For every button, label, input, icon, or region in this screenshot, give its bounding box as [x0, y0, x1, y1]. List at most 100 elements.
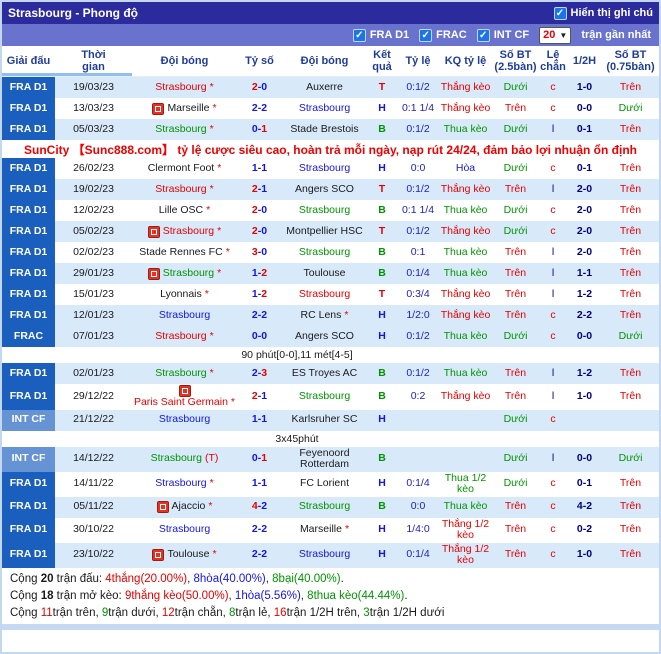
parity-cell: c	[550, 80, 556, 93]
team-name-home[interactable]: Strasbourg	[155, 183, 206, 196]
team-name-away[interactable]: Karlsruher SC	[292, 414, 358, 426]
match-row: FRA D1 29/01/23 Strasbourg * 1-2 Toulouse B 0:1…	[2, 263, 659, 284]
odds-result-cell: Thua kèo	[443, 245, 488, 258]
date-cell: 05/11/22	[73, 500, 114, 513]
header-cell-result: Kết quả	[372, 49, 392, 73]
team-cell-home: Toulouse *	[132, 543, 237, 568]
filter-checkbox-int-cf[interactable]: ✓ INT CF	[476, 28, 529, 42]
footer-segment: 8hòa(40.00%)	[193, 572, 266, 585]
date-cell: 26/02/23	[73, 161, 114, 174]
team-cell-home: Clermont Foot *	[132, 158, 237, 179]
parity-cell: c	[550, 224, 556, 237]
team-name-away[interactable]: Strasbourg	[299, 390, 350, 403]
team-cell-home: Stade Rennes FC *	[132, 242, 237, 263]
odds-result-cell: Thua kèo	[443, 366, 488, 379]
filter-checkbox-fra-d1[interactable]: ✓ FRA D1	[352, 28, 409, 42]
team-name-home[interactable]: Strasbourg	[163, 225, 214, 238]
team-name-away[interactable]: Strasbourg	[299, 102, 350, 115]
score-away: 0	[261, 224, 268, 237]
footer-segment: trận dưới,	[108, 606, 162, 619]
team-name-away[interactable]: Strasbourg	[299, 501, 350, 513]
team-name-away[interactable]: FC Lorient	[300, 478, 349, 490]
ad-link[interactable]: SunCity 【Sunc888.com】 tỷ lệ cược siêu ca…	[24, 141, 637, 158]
header-cell-home: Đội bóng	[160, 55, 209, 67]
team-name-home[interactable]: Strasbourg	[155, 367, 206, 380]
team-name-away[interactable]: Stade Brestois	[290, 123, 358, 136]
match-row: FRAC 07/01/23 Strasbourg * 0-0 Angers SCO H 0:1…	[2, 326, 659, 347]
team-name-home[interactable]: Clermont Foot	[148, 162, 215, 175]
result-cell: B	[378, 452, 386, 465]
team-name-home[interactable]: Paris Saint Germain	[134, 396, 228, 409]
team-name-home[interactable]: Stade Rennes FC	[139, 246, 222, 259]
odds-cell: 0:1	[410, 245, 426, 258]
match-count-value: 20	[543, 29, 556, 41]
half-score-cell: 0-0	[576, 452, 593, 465]
team-name-away[interactable]: Montpellier HSC	[286, 225, 362, 238]
team-name-away[interactable]: RC Lens	[301, 309, 342, 322]
team-name-home[interactable]: Lyonnais	[160, 288, 202, 301]
goals075-cell: Trên	[619, 203, 642, 216]
league-badge: FRA D1	[2, 200, 55, 221]
goals25-cell: Dưới	[503, 224, 528, 237]
score-cell: 2-0	[237, 77, 282, 98]
team-name-away[interactable]: Marseille	[300, 524, 342, 536]
team-name-home[interactable]: Strasbourg	[155, 330, 206, 343]
team-name-away[interactable]: ES Troyes AC	[292, 367, 357, 380]
team-name-home[interactable]: Strasbourg	[155, 123, 206, 136]
team-cell-away: Strasbourg	[282, 242, 367, 263]
team-cell-home: Strasbourg *	[132, 221, 237, 242]
team-name-away[interactable]: Auxerre	[306, 81, 343, 94]
date-cell: 15/01/23	[73, 287, 114, 300]
filter-checkbox-frac[interactable]: ✓ FRAC	[419, 28, 467, 42]
footer-segment: 16	[273, 606, 287, 619]
team-name-home[interactable]: Strasbourg	[159, 524, 210, 536]
checkbox-checked-icon: ✓	[476, 28, 490, 42]
team-cell-home: Strasbourg *	[132, 326, 237, 347]
team-name-away[interactable]: Angers SCO	[295, 183, 354, 196]
team-name-away[interactable]: Strasbourg	[299, 162, 350, 175]
team-name-away[interactable]: Toulouse	[303, 267, 345, 280]
team-star-icon: *	[209, 477, 214, 490]
team-name-home[interactable]: Strasbourg	[163, 267, 214, 280]
score-cell: 3-0	[237, 242, 282, 263]
footer-segment: Cộng	[10, 572, 41, 585]
team-name-home[interactable]: Lille OSC	[159, 204, 203, 217]
header-cell-away: Đội bóng	[300, 55, 349, 67]
team-cell-away: Toulouse	[282, 263, 367, 284]
team-name-home[interactable]: Strasbourg	[159, 414, 210, 426]
half-score-cell: 0-1	[576, 161, 593, 174]
goals25-cell: Dưới	[503, 80, 528, 93]
team-name-home[interactable]: Strasbourg	[155, 81, 206, 94]
team-name-away[interactable]: Strasbourg	[299, 288, 350, 301]
show-notes-checkbox[interactable]: ✓ Hiển thị ghi chú	[553, 6, 653, 20]
match-count-select[interactable]: 20 ▼	[539, 26, 572, 44]
team-name-home[interactable]: Marseille	[167, 102, 209, 115]
parity-cell: c	[550, 523, 556, 536]
match-row: INT CF 21/12/22 Strasbourg 1-1 Karlsruher SC…	[2, 409, 659, 431]
team-name-home[interactable]: Strasbourg	[159, 309, 210, 322]
team-name-away[interactable]: Strasbourg	[299, 204, 350, 217]
team-cell-away: Strasbourg	[282, 98, 367, 119]
team-name-home[interactable]: Ajaccio	[172, 501, 206, 513]
team-name-home[interactable]: Strasbourg	[151, 453, 202, 465]
goals25-cell: Trên	[504, 245, 527, 258]
team-name-home[interactable]: Strasbourg	[155, 478, 206, 490]
goals075-cell: Trên	[619, 366, 642, 379]
team-name-away[interactable]: Angers SCO	[295, 330, 354, 343]
score-away: 2	[261, 523, 268, 536]
team-name-home[interactable]: Toulouse	[167, 549, 209, 561]
result-cell: T	[378, 182, 386, 195]
score-cell: 1-1	[237, 158, 282, 179]
team-star-icon: *	[344, 523, 350, 536]
team-name-away[interactable]: Strasbourg	[299, 549, 350, 561]
match-row: INT CF 14/12/22 Strasbourg (T) 0-1 Feyenoord …	[2, 446, 659, 472]
date-cell: 12/01/23	[73, 308, 114, 321]
date-cell: 07/01/23	[73, 329, 114, 342]
team-name-away[interactable]: Feyenoord Rotterdam	[283, 447, 366, 471]
footer-segment: 8bại(40.00%)	[272, 572, 341, 585]
date-cell: 02/02/23	[73, 245, 114, 258]
header-cell-odds: Tỷ lệ	[405, 55, 431, 67]
footer-segment: trận mở kèo:	[53, 589, 125, 602]
team-name-away[interactable]: Strasbourg	[299, 246, 350, 259]
score-away: 0	[261, 80, 268, 93]
